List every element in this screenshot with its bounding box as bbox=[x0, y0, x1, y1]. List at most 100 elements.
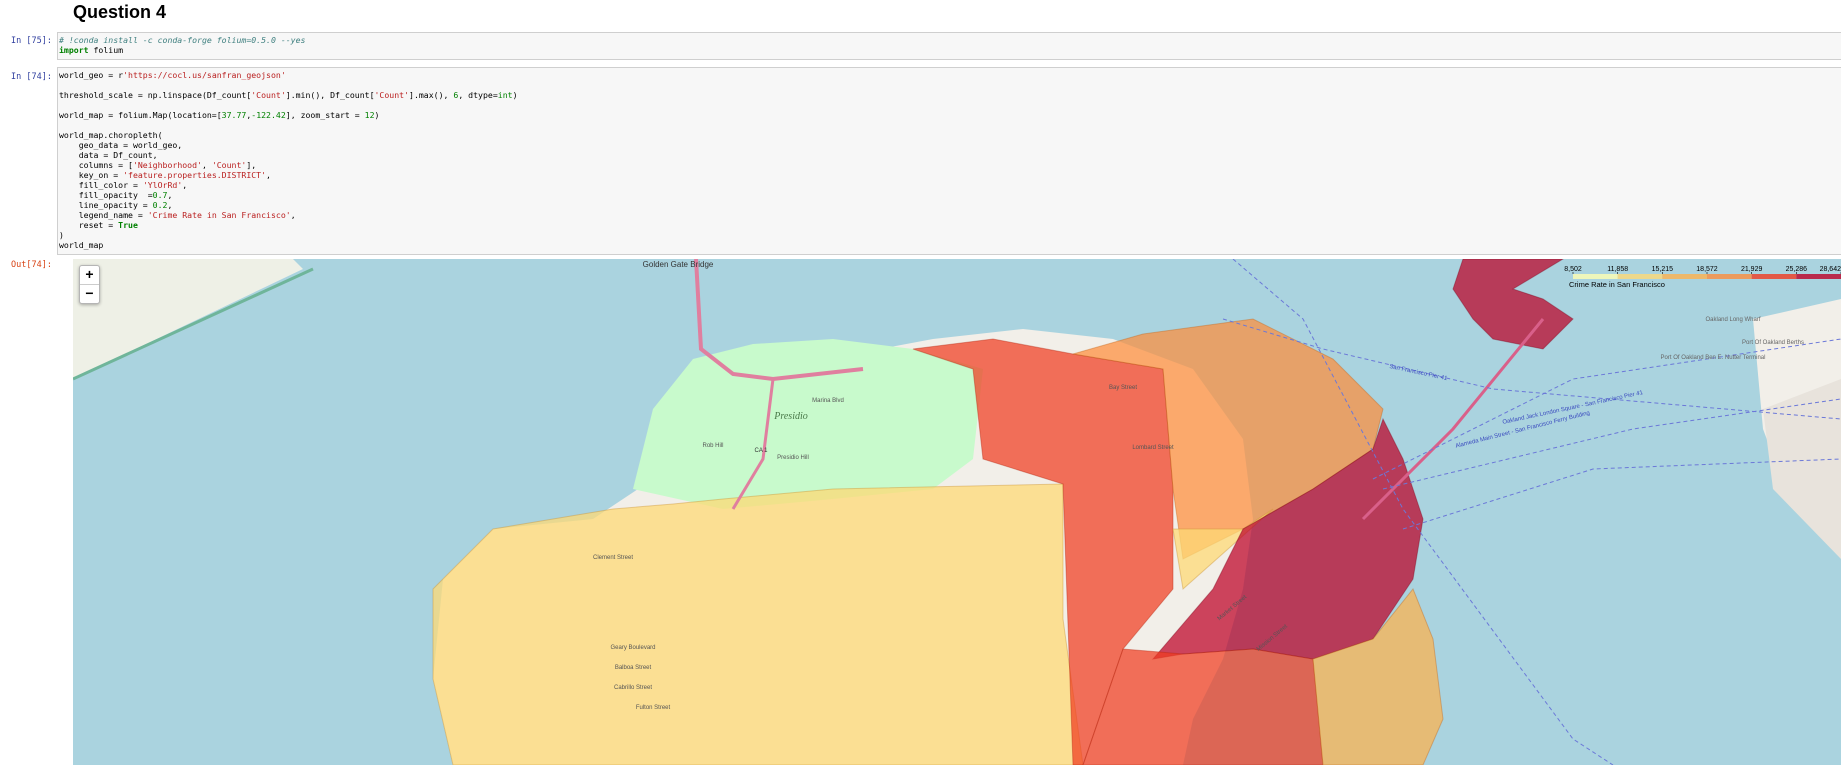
code-token: threshold_scale = np.linspace(Df_count[ bbox=[59, 90, 252, 100]
code-token: 'Count' bbox=[251, 90, 286, 100]
code-token: # !conda install -c conda-forge folium=0… bbox=[59, 35, 306, 45]
code-token: import bbox=[59, 45, 89, 55]
cell-1-prompt: In [75]: bbox=[11, 36, 52, 46]
legend-swatch bbox=[1662, 274, 1707, 279]
code-line: fill_opacity =0.7, bbox=[59, 190, 1841, 200]
label-cabrillo-street: Cabrillo Street bbox=[614, 685, 652, 691]
section-heading: Question 4 bbox=[73, 2, 167, 22]
label-port-oakland-terminal: Port Of Oakland Ben E. Nutter Terminal bbox=[1661, 355, 1766, 361]
code-token: ) bbox=[59, 230, 64, 240]
code-line: data = Df_count, bbox=[59, 150, 1841, 160]
code-token: 37.77 bbox=[221, 110, 247, 120]
legend-tick-label: 25,286 bbox=[1786, 266, 1808, 273]
code-token: fill_opacity = bbox=[59, 190, 153, 200]
legend-swatch bbox=[1751, 274, 1797, 279]
legend-tick-label: 15,215 bbox=[1652, 266, 1674, 273]
code-line: world_map = folium.Map(location=[37.77,-… bbox=[59, 110, 1841, 120]
label-rob-hill: Rob Hill bbox=[702, 443, 723, 449]
code-token: ) bbox=[512, 90, 518, 100]
legend-tick-label: 28,642 bbox=[1820, 266, 1841, 273]
code-token: ) bbox=[374, 110, 380, 120]
label-clement-street: Clement Street bbox=[593, 555, 633, 561]
code-line: geo_data = world_geo, bbox=[59, 140, 1841, 150]
code-token: 'Count' bbox=[374, 90, 410, 100]
code-token: , bbox=[201, 160, 212, 170]
zoom-control: + − bbox=[79, 265, 100, 304]
label-bay-street: Bay Street bbox=[1109, 385, 1137, 391]
code-token: , bbox=[266, 170, 271, 180]
label-port-oakland-berths: Port Of Oakland Berths bbox=[1742, 340, 1804, 346]
code-token: data = Df_count, bbox=[59, 150, 158, 160]
code-line: world_map bbox=[59, 240, 1841, 250]
legend-tick-label: 8,502 bbox=[1564, 266, 1582, 273]
map-tiles[interactable]: Golden Gate Bridge Presidio Rob Hill Pre… bbox=[73, 259, 1841, 765]
code-cell-1[interactable]: # !conda install -c conda-forge folium=0… bbox=[57, 32, 1841, 60]
legend-tick-label: 21,929 bbox=[1741, 266, 1763, 273]
legend-swatch bbox=[1707, 274, 1752, 279]
code-token: legend_name = bbox=[59, 210, 148, 220]
code-token: 'Count' bbox=[211, 160, 247, 170]
legend-swatch bbox=[1617, 274, 1663, 279]
code-token: world_map bbox=[59, 240, 104, 250]
code-line: world_map.choropleth( bbox=[59, 130, 1841, 140]
code-token: world_map = folium.Map(location=[ bbox=[59, 110, 222, 120]
code-token: reset = bbox=[59, 220, 119, 230]
code-token: ], bbox=[246, 160, 257, 170]
zoom-in-button[interactable]: + bbox=[80, 266, 99, 284]
code-token: world_geo = r bbox=[59, 70, 124, 80]
legend-tick-label: 18,572 bbox=[1696, 266, 1718, 273]
code-token: 'https://cocl.us/sanfran_geojson' bbox=[123, 70, 286, 80]
code-token: 'YlOrRd' bbox=[142, 180, 183, 190]
label-fulton-street: Fulton Street bbox=[636, 705, 671, 711]
district-richmond[interactable] bbox=[432, 483, 1084, 765]
code-token: ].min(), Df_count[ bbox=[285, 90, 375, 100]
code-token: folium bbox=[88, 45, 124, 55]
code-line: columns = ['Neighborhood', 'Count'], bbox=[59, 160, 1841, 170]
code-line: fill_color = 'YlOrRd', bbox=[59, 180, 1841, 190]
code-token: , bbox=[167, 200, 173, 210]
label-balboa-street: Balboa Street bbox=[615, 665, 652, 671]
label-golden-gate-bridge: Golden Gate Bridge bbox=[643, 260, 714, 269]
code-line: line_opacity = 0.2, bbox=[59, 200, 1841, 210]
code-cell-1-source[interactable]: # !conda install -c conda-forge folium=0… bbox=[58, 33, 1841, 55]
code-token: 'Crime Rate in San Francisco' bbox=[147, 210, 291, 220]
district-mission[interactable] bbox=[1082, 648, 1324, 765]
code-token: 0.7 bbox=[152, 190, 168, 200]
cell-2-prompt: In [74]: bbox=[11, 72, 52, 82]
code-token: ].max(), bbox=[409, 90, 454, 100]
code-cell-2[interactable]: world_geo = r'https://cocl.us/sanfran_ge… bbox=[57, 67, 1841, 255]
code-token: , bbox=[182, 180, 188, 190]
code-line: key_on = 'feature.properties.DISTRICT', bbox=[59, 170, 1841, 180]
map-legend: 8,502 11,858 15,215 18,572 21,929 25,286 28,64… bbox=[1564, 266, 1841, 289]
treasure-island-land bbox=[1763, 379, 1841, 559]
code-line: threshold_scale = np.linspace(Df_count['… bbox=[59, 90, 1841, 100]
code-line: legend_name = 'Crime Rate in San Francis… bbox=[59, 210, 1841, 220]
label-ca1: CA 1 bbox=[754, 448, 768, 454]
code-token: , bbox=[290, 210, 296, 220]
code-line: ) bbox=[59, 230, 1841, 240]
zoom-out-button[interactable]: − bbox=[80, 284, 99, 303]
code-line: reset = True bbox=[59, 220, 1841, 230]
code-token: 'Neighborhood' bbox=[132, 160, 202, 170]
code-token: 12 bbox=[364, 110, 375, 120]
code-token: 'feature.properties.DISTRICT' bbox=[123, 170, 267, 180]
code-line: world_geo = r'https://cocl.us/sanfran_ge… bbox=[59, 70, 1841, 80]
code-token: key_on = bbox=[59, 170, 124, 180]
code-token: world_map.choropleth( bbox=[59, 130, 163, 140]
code-token: geo_data = world_geo, bbox=[59, 140, 183, 150]
label-lombard-street: Lombard Street bbox=[1132, 445, 1174, 451]
code-token: , bbox=[167, 190, 173, 200]
legend-swatch bbox=[1573, 274, 1618, 279]
code-token: True bbox=[118, 220, 138, 230]
folium-map[interactable]: Golden Gate Bridge Presidio Rob Hill Pre… bbox=[73, 259, 1841, 765]
code-cell-2-source[interactable]: world_geo = r'https://cocl.us/sanfran_ge… bbox=[58, 68, 1841, 250]
code-line: import folium bbox=[59, 45, 1841, 55]
bay-bridge-district[interactable] bbox=[1452, 259, 1574, 350]
code-token: ], zoom_start = bbox=[285, 110, 365, 120]
code-token: , dtype= bbox=[458, 90, 498, 100]
code-token: line_opacity = bbox=[59, 200, 153, 210]
legend-swatch bbox=[1796, 274, 1841, 279]
label-marina-blvd: Marina Blvd bbox=[812, 398, 844, 404]
code-token: int bbox=[497, 90, 513, 100]
